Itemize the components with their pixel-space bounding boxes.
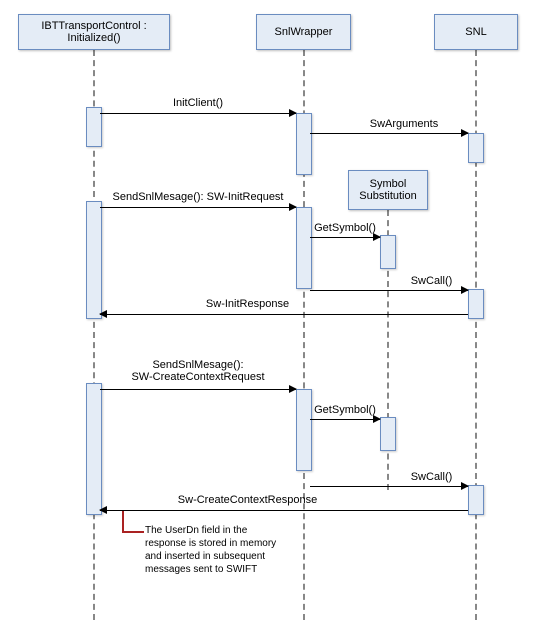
message-label: SwArguments bbox=[340, 118, 468, 130]
message-arrow bbox=[100, 207, 296, 208]
participant-ibttransportcontrol: IBTTransportControl : Initialized() bbox=[18, 14, 170, 50]
message-arrow bbox=[100, 314, 468, 315]
activation bbox=[296, 113, 312, 175]
message-arrow bbox=[310, 290, 468, 291]
note-userdn: The UserDn field in the response is stor… bbox=[145, 524, 285, 576]
message-arrow bbox=[310, 133, 468, 134]
activation bbox=[468, 133, 484, 163]
activation bbox=[380, 417, 396, 451]
message-label: Sw-InitResponse bbox=[100, 298, 395, 310]
activation bbox=[468, 289, 484, 319]
participant-label: SnlWrapper bbox=[275, 26, 333, 38]
message-label: InitClient() bbox=[100, 97, 296, 109]
note-label: Symbol Substitution bbox=[357, 178, 419, 202]
callout-connector bbox=[122, 511, 144, 533]
message-label: SwCall() bbox=[395, 471, 468, 483]
message-label: Sw-CreateContextResponse bbox=[100, 494, 395, 506]
activation bbox=[468, 485, 484, 515]
message-arrow bbox=[100, 113, 296, 114]
activation bbox=[296, 389, 312, 471]
participant-snl: SNL bbox=[434, 14, 518, 50]
note-symbol-substitution: Symbol Substitution bbox=[348, 170, 428, 210]
activation bbox=[380, 235, 396, 269]
participant-label: SNL bbox=[465, 26, 486, 38]
message-arrow bbox=[310, 237, 380, 238]
message-label: SwCall() bbox=[395, 275, 468, 287]
sequence-diagram: IBTTransportControl : Initialized() SnlW… bbox=[0, 0, 544, 627]
message-arrow bbox=[100, 389, 296, 390]
message-label: SendSnlMesage(): SW-CreateContextRequest bbox=[100, 359, 296, 383]
message-arrow bbox=[310, 419, 380, 420]
participant-snlwrapper: SnlWrapper bbox=[256, 14, 351, 50]
message-arrow bbox=[310, 486, 468, 487]
message-arrow bbox=[100, 510, 468, 511]
participant-label: IBTTransportControl : Initialized() bbox=[25, 20, 163, 44]
message-label: GetSymbol() bbox=[310, 404, 380, 416]
message-label: GetSymbol() bbox=[310, 222, 380, 234]
message-label: SendSnlMesage(): SW-InitRequest bbox=[100, 191, 296, 203]
activation bbox=[296, 207, 312, 289]
